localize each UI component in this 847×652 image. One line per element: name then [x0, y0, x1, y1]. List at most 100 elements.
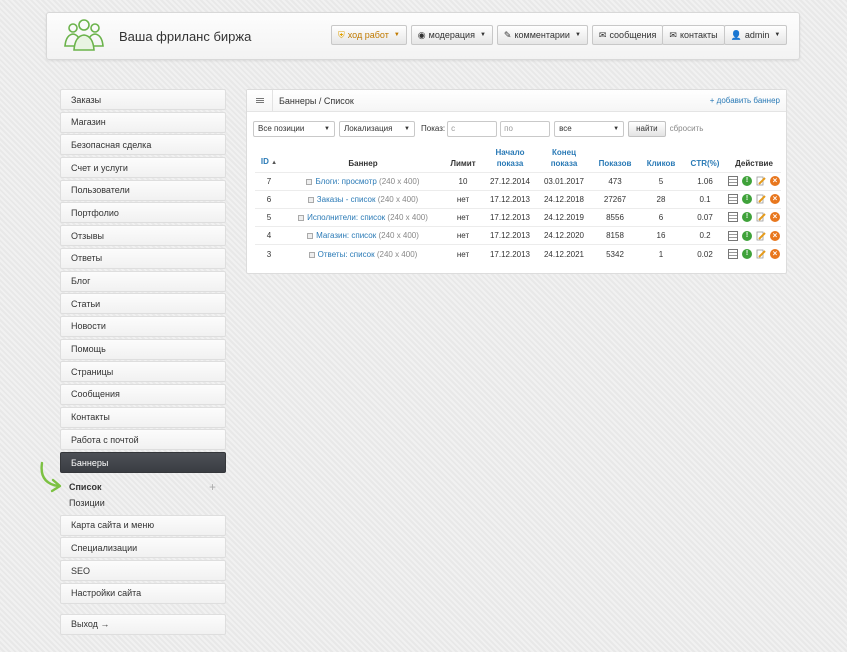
sidebar-item-reviews[interactable]: Отзывы: [60, 225, 226, 247]
cell-id: 3: [255, 244, 283, 263]
col-action: Действие: [735, 158, 773, 168]
page-icon: [306, 178, 313, 185]
nav-messages-button[interactable]: ✉ сообщения: [591, 25, 664, 45]
sidebar-item-help[interactable]: Помощь: [60, 338, 226, 360]
logo-people-icon[interactable]: [61, 18, 107, 54]
col-limit: Лимит: [450, 158, 476, 168]
cell-end: 03.01.2017: [537, 171, 591, 191]
reset-link[interactable]: сбросить: [670, 124, 704, 133]
info-icon[interactable]: !: [742, 249, 752, 260]
cell-limit: нет: [443, 207, 483, 227]
add-plus-icon[interactable]: +: [209, 480, 216, 494]
date-from-input[interactable]: с: [447, 120, 498, 137]
sidebar-item-orders[interactable]: Заказы: [60, 89, 226, 110]
stats-icon[interactable]: [728, 194, 738, 205]
edit-icon[interactable]: [756, 212, 766, 222]
col-ctr[interactable]: CTR(%): [683, 146, 727, 172]
cell-ctr: 1.06: [683, 171, 727, 191]
edit-icon[interactable]: [756, 176, 766, 186]
caret-down-icon: ▼: [324, 125, 330, 132]
delete-icon[interactable]: ×: [770, 194, 780, 205]
banner-link[interactable]: Магазин: список: [316, 231, 376, 240]
sidebar-item-settings[interactable]: Настройки сайта: [60, 582, 226, 604]
cell-actions: ! ×: [727, 226, 781, 245]
site-title[interactable]: Ваша фриланс биржа: [119, 29, 251, 44]
banner-size: (240 x 400): [377, 194, 419, 204]
banner-link[interactable]: Блоги: просмотр: [315, 177, 376, 186]
sidebar-item-portfolio[interactable]: Портфолио: [60, 202, 226, 224]
delete-icon[interactable]: ×: [770, 249, 780, 260]
nav-moderation-button[interactable]: ◉ модерация ▼: [410, 25, 493, 45]
sidebar-subitem-list[interactable]: Список: [69, 479, 226, 495]
edit-icon[interactable]: [756, 249, 766, 259]
banner-link[interactable]: Заказы - список: [317, 195, 376, 204]
sidebar-item-seo[interactable]: SEO: [60, 560, 226, 582]
show-label: Показ:: [421, 124, 446, 133]
status-select[interactable]: все ▼: [554, 120, 625, 137]
date-to-input[interactable]: по: [500, 120, 551, 137]
sidebar-item-articles[interactable]: Статьи: [60, 293, 226, 315]
delete-icon[interactable]: ×: [770, 176, 780, 187]
sidebar-item-answers[interactable]: Ответы: [60, 247, 226, 269]
col-start[interactable]: Начало показа: [483, 146, 537, 172]
sidebar-item-shop[interactable]: Магазин: [60, 111, 226, 133]
nav-contacts-button[interactable]: ✉ контакты: [662, 25, 725, 45]
sidebar-item-pages[interactable]: Страницы: [60, 361, 226, 383]
cell-ctr: 0.1: [683, 189, 727, 209]
sidebar-item-messages[interactable]: Сообщения: [60, 383, 226, 405]
banner-size: (240 x 400): [378, 231, 419, 241]
sidebar-item-exit[interactable]: Выход →: [60, 613, 226, 635]
sidebar-item-blog[interactable]: Блог: [60, 270, 226, 292]
delete-icon[interactable]: ×: [770, 230, 780, 241]
add-banner-link[interactable]: + добавить баннер: [710, 96, 780, 105]
cell-limit: нет: [443, 226, 483, 245]
envelope-icon: ✉: [669, 29, 677, 40]
col-id[interactable]: ID ▲: [255, 146, 283, 172]
sidebar-item-news[interactable]: Новости: [60, 315, 226, 337]
stats-icon[interactable]: [728, 176, 738, 187]
info-icon[interactable]: !: [742, 176, 752, 187]
col-end[interactable]: Конец показа: [537, 146, 591, 172]
localization-select[interactable]: Локализация ▼: [339, 120, 415, 137]
sidebar-item-banners[interactable]: Баннеры: [60, 452, 226, 473]
find-button[interactable]: найти: [628, 120, 666, 137]
sidebar-item-billing[interactable]: Счет и услуги: [60, 157, 226, 179]
delete-icon[interactable]: ×: [770, 212, 780, 223]
menu-toggle-icon[interactable]: [247, 90, 273, 111]
sidebar-item-sitemap[interactable]: Карта сайта и меню: [60, 514, 226, 536]
nav-admin-button[interactable]: 👤 admin ▼: [723, 25, 788, 45]
stats-icon[interactable]: [728, 212, 738, 223]
banners-panel: Баннеры / Список + добавить баннер Все п…: [246, 89, 787, 274]
banner-link[interactable]: Исполнители: список: [307, 213, 385, 222]
table-row: 5 Исполнители: список (240 x 400) нет 17…: [255, 207, 781, 227]
stats-icon[interactable]: [728, 249, 738, 260]
cell-ctr: 0.2: [683, 226, 727, 245]
cell-start: 17.12.2013: [483, 207, 537, 227]
position-select[interactable]: Все позиции ▼: [253, 120, 335, 137]
sidebar-item-mail[interactable]: Работа с почтой: [60, 429, 226, 451]
caret-down-icon: ▼: [393, 32, 400, 38]
cell-end: 24.12.2019: [537, 207, 591, 227]
sidebar-subitem-positions[interactable]: Позиции: [69, 495, 226, 511]
col-shows[interactable]: Показов: [591, 146, 639, 172]
info-icon[interactable]: !: [742, 212, 752, 223]
cell-start: 17.12.2013: [483, 244, 537, 263]
envelope-icon: ✉: [598, 29, 607, 40]
sidebar-item-specializations[interactable]: Специализации: [60, 537, 226, 559]
edit-icon[interactable]: [756, 194, 766, 204]
stats-icon[interactable]: [728, 230, 738, 241]
cell-actions: ! ×: [727, 189, 781, 209]
sidebar-item-safe-deal[interactable]: Безопасная сделка: [60, 134, 226, 156]
edit-icon[interactable]: [756, 231, 766, 241]
user-icon: 👤: [730, 29, 742, 40]
banner-link[interactable]: Ответы: список: [318, 250, 375, 259]
cell-limit: нет: [443, 244, 483, 263]
info-icon[interactable]: !: [742, 194, 752, 205]
info-icon[interactable]: !: [742, 230, 752, 241]
sidebar-item-contacts[interactable]: Контакты: [60, 406, 226, 428]
filter-bar: Все позиции ▼ Локализация ▼ Показ: с по …: [253, 120, 703, 137]
nav-comments-button[interactable]: ✎ комментарии ▼: [496, 25, 588, 45]
sidebar-item-users[interactable]: Пользователи: [60, 179, 226, 201]
col-clicks[interactable]: Кликов: [639, 146, 683, 172]
nav-progress-button[interactable]: ⛨ ход работ ▼: [331, 25, 407, 45]
